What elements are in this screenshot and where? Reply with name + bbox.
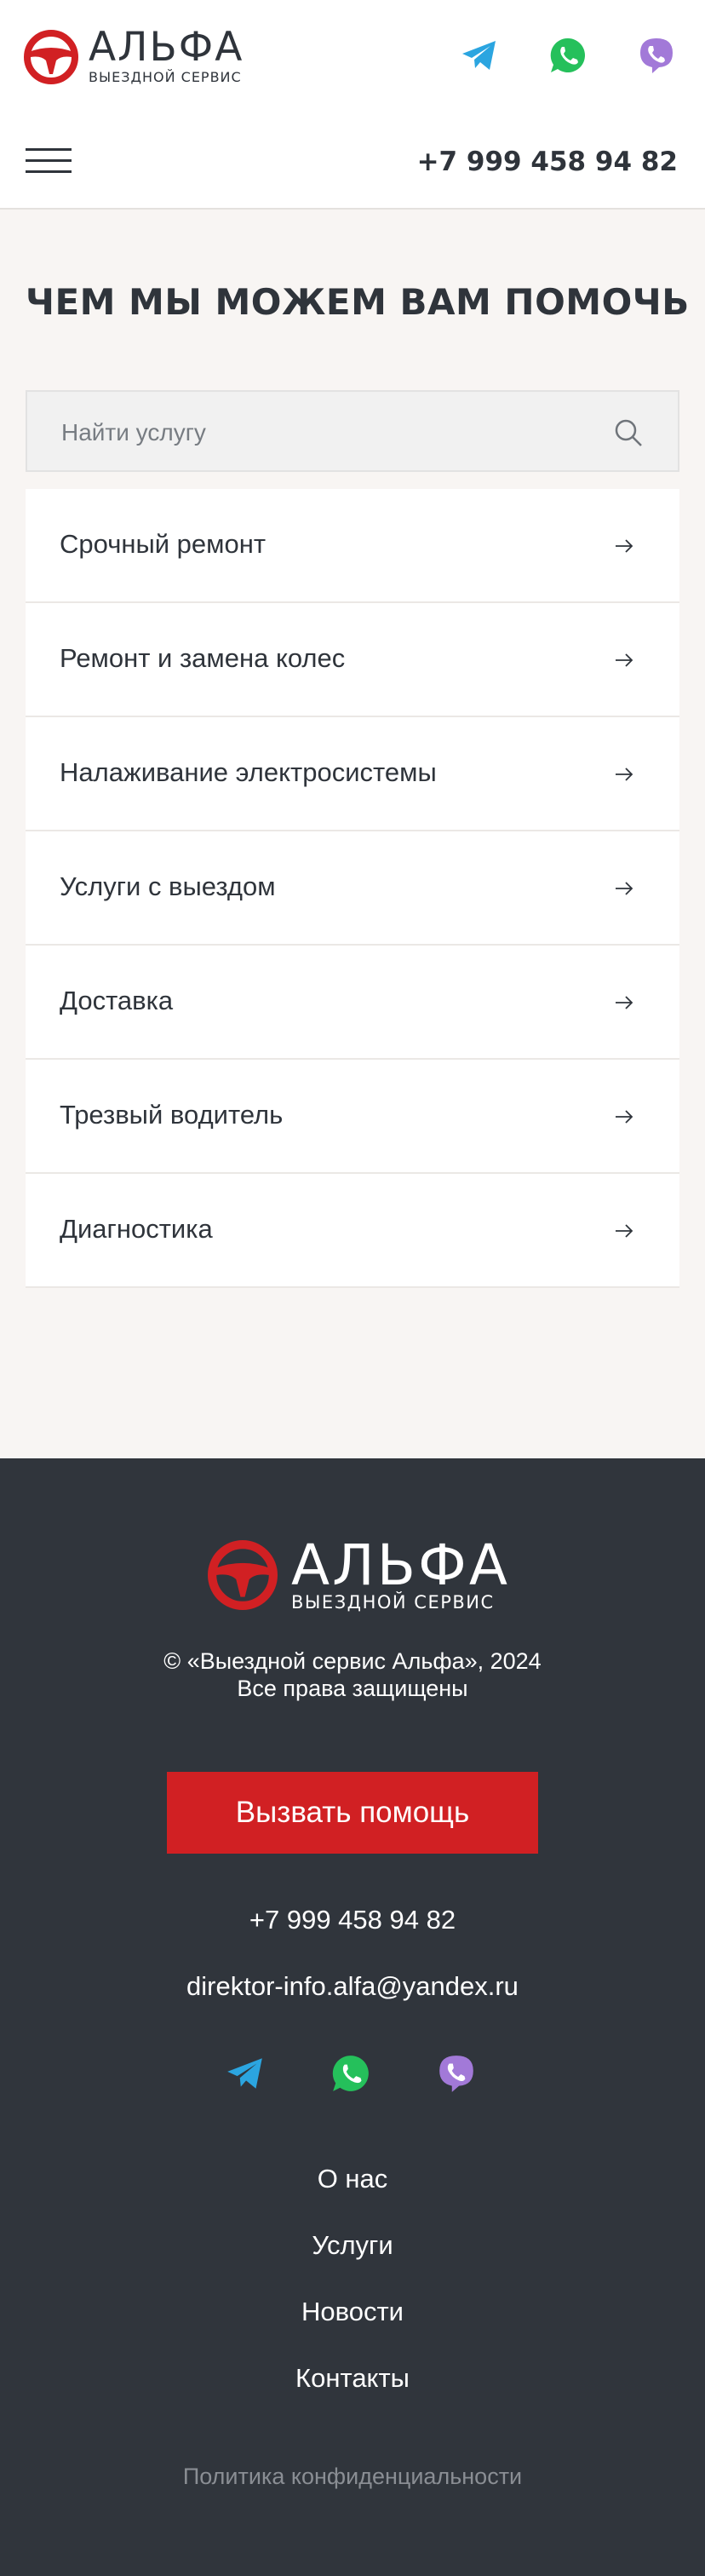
logo[interactable]: АЛЬФА ВЫЕЗДНОЙ СЕРВИС — [24, 24, 244, 85]
footer-email-link[interactable]: direktor-info.alfa@yandex.ru — [0, 1971, 705, 2002]
list-item[interactable]: Срочный ремонт — [26, 489, 679, 603]
search-input[interactable]: Найти услугу — [26, 390, 679, 472]
header-phone-link[interactable]: +7 999 458 94 82 — [417, 147, 678, 177]
whatsapp-icon[interactable] — [330, 2053, 371, 2094]
service-label: Срочный ремонт — [60, 529, 267, 559]
brand-subtitle: ВЫЕЗДНОЙ СЕРВИС — [89, 69, 242, 85]
footer-nav-services[interactable]: Услуги — [0, 2230, 705, 2261]
telegram-icon[interactable] — [225, 2053, 266, 2094]
list-item[interactable]: Диагностика — [26, 1174, 679, 1288]
brand-name: АЛЬФА — [89, 24, 244, 71]
search-icon[interactable] — [613, 417, 644, 448]
viber-icon[interactable] — [436, 2053, 477, 2094]
call-help-button[interactable]: Вызвать помощь — [167, 1772, 538, 1854]
viber-icon[interactable] — [637, 36, 676, 75]
arrow-right-icon — [616, 1110, 633, 1124]
list-item[interactable]: Ремонт и замена колес — [26, 603, 679, 717]
service-label: Трезвый водитель — [60, 1100, 284, 1130]
footer-phone-link[interactable]: +7 999 458 94 82 — [0, 1905, 705, 1935]
page-title: ЧЕМ МЫ МОЖЕМ ВАМ ПОМОЧЬ — [26, 281, 690, 323]
steering-wheel-logo-icon — [208, 1540, 278, 1610]
telegram-icon[interactable] — [460, 36, 499, 75]
list-item[interactable]: Услуги с выездом — [26, 831, 679, 946]
arrow-right-icon — [616, 539, 633, 553]
menu-burger-icon[interactable] — [26, 148, 72, 174]
footer-brand-name: АЛЬФА — [291, 1532, 511, 1598]
footer-brand-subtitle: ВЫЕЗДНОЙ СЕРВИС — [291, 1592, 495, 1613]
service-label: Услуги с выездом — [60, 871, 276, 901]
arrow-right-icon — [616, 996, 633, 1009]
footer-nav-news[interactable]: Новости — [0, 2297, 705, 2327]
messenger-links — [460, 36, 676, 75]
arrow-right-icon — [616, 653, 633, 667]
services-list: Срочный ремонт Ремонт и замена колес Нал… — [26, 489, 679, 1288]
footer-nav-about[interactable]: О нас — [0, 2164, 705, 2194]
service-label: Диагностика — [60, 1214, 213, 1244]
steering-wheel-logo-icon — [24, 30, 78, 84]
footer-nav-contacts[interactable]: Контакты — [0, 2363, 705, 2394]
footer: АЛЬФА ВЫЕЗДНОЙ СЕРВИС © «Выездной сервис… — [0, 1458, 705, 2576]
whatsapp-icon[interactable] — [548, 36, 588, 75]
rights-text: Все права защищены — [237, 1676, 468, 1701]
list-item[interactable]: Доставка — [26, 946, 679, 1060]
list-item[interactable]: Налаживание электросистемы — [26, 717, 679, 831]
service-label: Доставка — [60, 986, 174, 1015]
subheader: +7 999 458 94 82 — [0, 114, 705, 210]
footer-messenger-links — [225, 2053, 477, 2094]
privacy-policy-link[interactable]: Политика конфиденциальности — [0, 2464, 705, 2490]
footer-logo[interactable]: АЛЬФА ВЫЕЗДНОЙ СЕРВИС — [208, 1532, 511, 1613]
list-item[interactable]: Трезвый водитель — [26, 1060, 679, 1174]
search-placeholder: Найти услугу — [61, 419, 206, 446]
arrow-right-icon — [616, 1224, 633, 1238]
copyright-text: © «Выездной сервис Альфа», 2024 — [163, 1648, 542, 1674]
service-label: Налаживание электросистемы — [60, 757, 437, 787]
service-label: Ремонт и замена колес — [60, 643, 346, 673]
services-section: ЧЕМ МЫ МОЖЕМ ВАМ ПОМОЧЬ Найти услугу Сро… — [0, 210, 705, 1458]
arrow-right-icon — [616, 768, 633, 781]
arrow-right-icon — [616, 882, 633, 895]
header: АЛЬФА ВЫЕЗДНОЙ СЕРВИС — [0, 0, 705, 114]
